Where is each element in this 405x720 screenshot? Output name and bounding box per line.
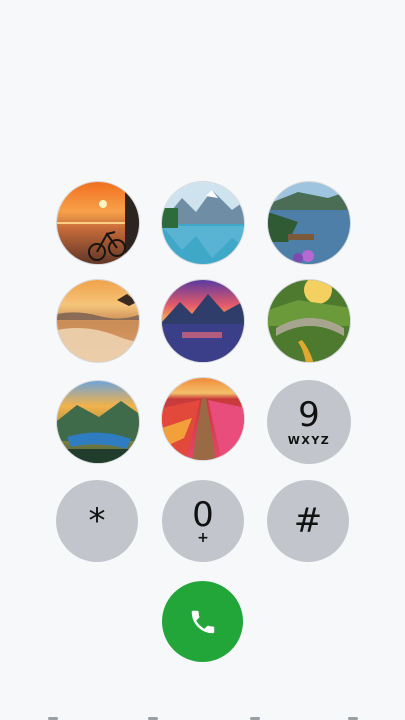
dial-key-7[interactable] bbox=[56, 380, 140, 464]
dial-key-3[interactable] bbox=[267, 181, 351, 265]
call-button[interactable] bbox=[162, 581, 243, 662]
dial-key-star[interactable]: * bbox=[56, 480, 138, 562]
dial-key-9[interactable]: 9 WXYZ bbox=[267, 380, 351, 464]
sunset-bicycle-image bbox=[57, 182, 139, 264]
mountain-sunset-image bbox=[162, 280, 244, 362]
key-0-plus: + bbox=[197, 530, 209, 546]
key-0-digit: 0 bbox=[192, 495, 214, 535]
lake-boats-image bbox=[268, 182, 350, 264]
beach-sunset-image bbox=[57, 280, 139, 362]
stone-bridge-image bbox=[268, 280, 350, 362]
dial-key-4[interactable] bbox=[56, 279, 140, 363]
key-9-letters: WXYZ bbox=[287, 433, 331, 447]
hash-symbol: # bbox=[293, 501, 323, 541]
dial-key-hash[interactable]: # bbox=[267, 480, 349, 562]
dial-key-2[interactable] bbox=[161, 181, 245, 265]
dial-key-6[interactable] bbox=[267, 279, 351, 363]
dial-key-1[interactable] bbox=[56, 181, 140, 265]
dial-key-5[interactable] bbox=[161, 279, 245, 363]
dial-key-8[interactable] bbox=[161, 377, 245, 461]
valley-river-image bbox=[57, 381, 139, 463]
dialpad: 9 WXYZ * 0 + # bbox=[0, 0, 405, 720]
star-symbol: * bbox=[88, 501, 106, 541]
tulip-field-image bbox=[162, 378, 244, 460]
mountain-lake-image bbox=[162, 182, 244, 264]
dial-key-0[interactable]: 0 + bbox=[162, 480, 244, 562]
key-9-digit: 9 bbox=[298, 394, 320, 435]
phone-icon bbox=[191, 610, 214, 633]
system-nav-bar bbox=[0, 712, 405, 720]
